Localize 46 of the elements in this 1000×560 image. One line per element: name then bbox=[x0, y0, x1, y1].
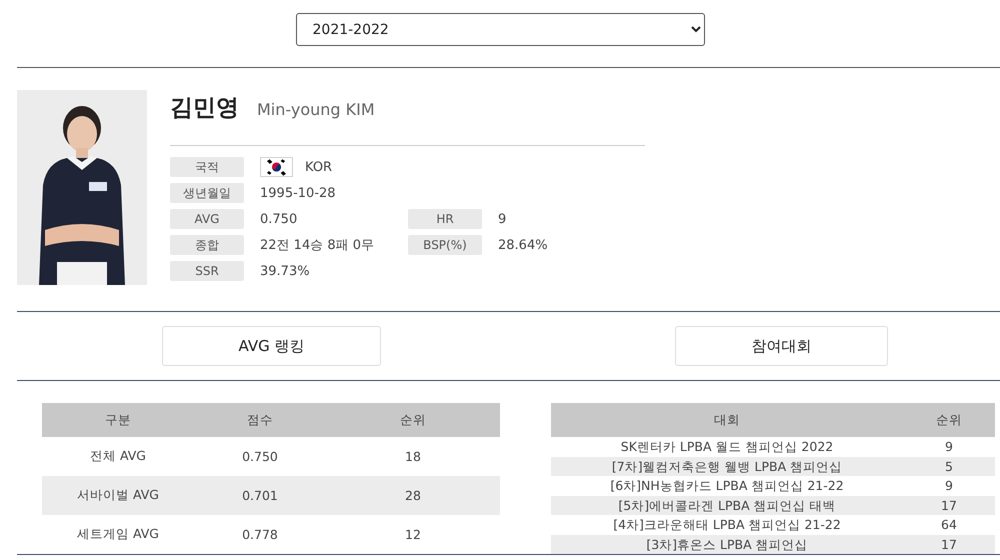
table-cell: [4차]크라운해태 LPBA 챔피언십 21-22 bbox=[551, 515, 903, 534]
info-label: SSR bbox=[170, 261, 244, 281]
column-header: 순위 bbox=[326, 403, 500, 437]
section-button[interactable]: AVG 랭킹 bbox=[162, 326, 381, 366]
table-cell: 12 bbox=[326, 515, 500, 554]
column-header: 구분 bbox=[42, 403, 194, 437]
column-header: 순위 bbox=[903, 403, 995, 437]
table-cell: 0.701 bbox=[194, 476, 326, 515]
table-cell: SK렌터카 LPBA 월드 챔피언십 2022 bbox=[551, 437, 903, 456]
info-label: 국적 bbox=[170, 157, 244, 177]
table-cell: 17 bbox=[903, 534, 995, 554]
column-header: 점수 bbox=[194, 403, 326, 437]
table-cell: 64 bbox=[903, 515, 995, 534]
table-cell: 5 bbox=[903, 456, 995, 476]
section-button[interactable]: 참여대회 bbox=[675, 326, 888, 366]
info-label: 종합 bbox=[170, 235, 244, 255]
table-cell: 18 bbox=[326, 437, 500, 476]
info-value: 9 bbox=[498, 212, 506, 226]
info-value: 0.750 bbox=[260, 212, 298, 226]
table-cell: 28 bbox=[326, 476, 500, 515]
table-cell: 서바이벌 AVG bbox=[42, 476, 194, 515]
table-cell: [5차]에버콜라겐 LPBA 챔피언십 태백 bbox=[551, 496, 903, 515]
player-name: 김민영 bbox=[170, 94, 239, 123]
table-cell: 0.778 bbox=[194, 515, 326, 554]
table-cell: 9 bbox=[903, 476, 995, 496]
table-cell: [3차]휴온스 LPBA 챔피언십 bbox=[551, 534, 903, 554]
player-name-english: Min-young KIM bbox=[257, 100, 375, 119]
column-header: 대회 bbox=[551, 403, 903, 437]
info-label: BSP(%) bbox=[408, 235, 482, 255]
info-value: KOR bbox=[305, 160, 332, 174]
table-cell: 전체 AVG bbox=[42, 437, 194, 476]
table-cell: 17 bbox=[903, 496, 995, 515]
info-label: 생년월일 bbox=[170, 183, 244, 203]
info-value: 22전 14승 8패 0무 bbox=[260, 237, 374, 254]
table-cell: 9 bbox=[903, 437, 995, 456]
table-cell: 세트게임 AVG bbox=[42, 515, 194, 554]
info-value: 28.64% bbox=[498, 238, 548, 252]
info-label: AVG bbox=[170, 209, 244, 229]
table-cell: [6차]NH농협카드 LPBA 챔피언십 21-22 bbox=[551, 476, 903, 496]
season-select[interactable]: 2021-2022 bbox=[296, 13, 704, 46]
info-label: HR bbox=[408, 209, 482, 229]
table-cell: [7차]웰컴저축은행 웰뱅 LPBA 챔피언십 bbox=[551, 456, 903, 476]
info-value: 1995-10-28 bbox=[260, 186, 336, 200]
info-value: 39.73% bbox=[260, 264, 310, 278]
table-cell: 0.750 bbox=[194, 437, 326, 476]
flag-icon bbox=[260, 157, 293, 177]
